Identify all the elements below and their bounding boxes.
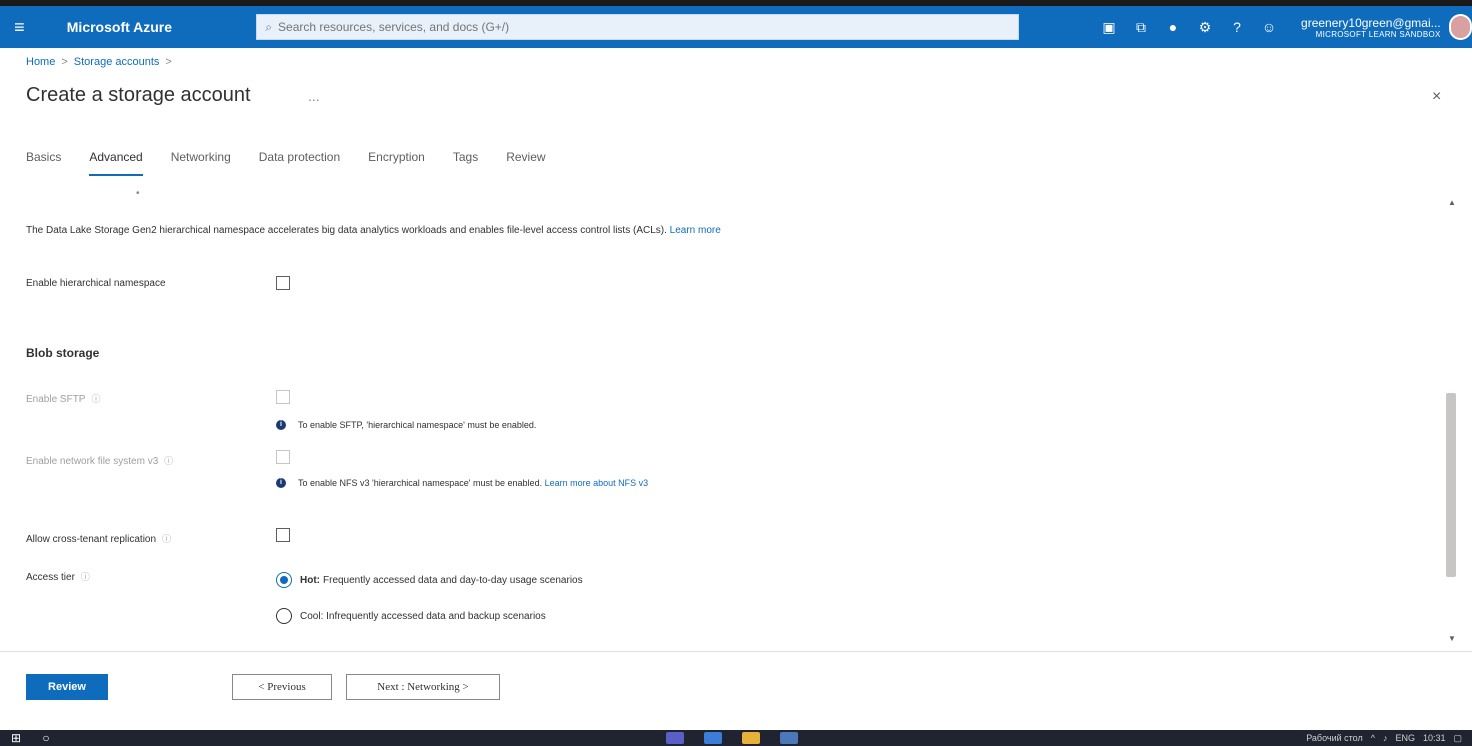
close-icon[interactable]: × [1432, 88, 1441, 106]
volume-icon[interactable]: ♪ [1383, 733, 1388, 743]
taskbar-browser-icon[interactable] [704, 732, 722, 744]
taskbar-app-icon[interactable] [666, 732, 684, 744]
cross-tenant-label-text: Allow cross-tenant replication [26, 534, 157, 545]
previous-button[interactable]: < Previous [232, 674, 332, 700]
clock[interactable]: 10:31 [1423, 733, 1446, 743]
search-input[interactable] [278, 20, 1019, 34]
info-filled-icon: i [276, 420, 286, 430]
more-options-icon[interactable]: ... [308, 88, 320, 104]
intro-text: The Data Lake Storage Gen2 hierarchical … [26, 225, 667, 236]
hot-desc: Frequently accessed data and day-to-day … [323, 574, 583, 586]
avatar[interactable] [1448, 14, 1472, 40]
cloud-shell-icon[interactable]: ▣ [1093, 6, 1125, 48]
nfs-info-text: To enable NFS v3 'hierarchical namespace… [298, 478, 543, 488]
tab-basics[interactable]: Basics [26, 150, 61, 176]
feedback-icon[interactable]: ☺ [1253, 6, 1285, 48]
breadcrumb-separator: > [61, 56, 68, 68]
info-icon[interactable]: ⓘ [162, 534, 171, 544]
help-icon[interactable]: ? [1221, 6, 1253, 48]
scroll-up-icon[interactable]: ▲ [1448, 198, 1456, 207]
sftp-checkbox [276, 390, 290, 404]
scroll-down-icon[interactable]: ▼ [1448, 634, 1456, 643]
hamburger-icon[interactable]: ≡ [0, 6, 39, 48]
search-icon: ⌕ [265, 19, 273, 34]
nfs-info-message: i To enable NFS v3 'hierarchical namespa… [276, 476, 746, 490]
tab-advanced[interactable]: Advanced [89, 150, 143, 176]
wizard-tabs: Basics Advanced Networking Data protecti… [26, 150, 574, 176]
account-info[interactable]: greenery10green@gmai... MICROSOFT LEARN … [1301, 16, 1441, 39]
taskbar-apps [666, 730, 818, 746]
info-icon[interactable]: ⓘ [91, 394, 100, 404]
language-indicator[interactable]: ENG [1395, 733, 1415, 743]
radio-cool[interactable] [276, 608, 292, 624]
windows-start-icon[interactable]: ⊞ [0, 731, 32, 745]
radio-hot[interactable] [276, 572, 292, 588]
hot-name: Hot: [300, 574, 320, 586]
tab-data-protection[interactable]: Data protection [259, 150, 340, 176]
info-icon[interactable]: ⓘ [81, 572, 90, 582]
nfs-label-text: Enable network file system v3 [26, 456, 159, 467]
account-tenant: MICROSOFT LEARN SANDBOX [1315, 29, 1441, 39]
directory-filter-icon[interactable]: ⧉ [1125, 6, 1157, 48]
cross-tenant-label: Allow cross-tenant replication ⓘ [26, 532, 171, 545]
footer-divider [0, 651, 1472, 652]
review-button[interactable]: Review [26, 674, 108, 700]
hierarchical-namespace-label: Enable hierarchical namespace [26, 278, 166, 289]
breadcrumb-home[interactable]: Home [26, 56, 55, 68]
desktop-label[interactable]: Рабочий стол [1306, 733, 1363, 743]
breadcrumb-separator: > [165, 56, 172, 68]
cross-tenant-checkbox[interactable] [276, 528, 290, 542]
nfs-label: Enable network file system v3 ⓘ [26, 454, 173, 467]
azure-top-bar: ≡ Microsoft Azure ⌕ ▣ ⧉ ● ⚙ ? ☺ greenery… [0, 0, 1472, 48]
taskbar-store-icon[interactable] [780, 732, 798, 744]
sftp-info-text: To enable SFTP, 'hierarchical namespace'… [298, 420, 537, 430]
cool-desc: Infrequently accessed data and backup sc… [326, 610, 546, 622]
windows-taskbar: ⊞ ○ Рабочий стол ^ ♪ ENG 10:31 ▢ [0, 730, 1472, 746]
access-tier-label-text: Access tier [26, 572, 75, 583]
info-filled-icon: i [276, 478, 286, 488]
settings-icon[interactable]: ⚙ [1189, 6, 1221, 48]
cool-name: Cool: [300, 610, 324, 622]
access-tier-hot-option[interactable]: Hot: Frequently accessed data and day-to… [276, 572, 583, 588]
taskbar-search-icon[interactable]: ○ [32, 731, 60, 745]
tab-tags[interactable]: Tags [453, 150, 478, 176]
sftp-label-text: Enable SFTP [26, 394, 86, 405]
global-search[interactable]: ⌕ [256, 14, 1020, 40]
blob-storage-heading: Blob storage [26, 346, 100, 360]
breadcrumb-storage-accounts[interactable]: Storage accounts [74, 56, 160, 68]
access-tier-cool-option[interactable]: Cool: Infrequently accessed data and bac… [276, 608, 546, 624]
info-icon[interactable]: ⓘ [164, 456, 173, 466]
tab-indicator-dot: • [136, 188, 140, 199]
nfs-checkbox [276, 450, 290, 464]
sftp-label: Enable SFTP ⓘ [26, 392, 101, 405]
notifications-icon[interactable]: ● [1157, 6, 1189, 48]
tab-encryption[interactable]: Encryption [368, 150, 425, 176]
sftp-info-message: i To enable SFTP, 'hierarchical namespac… [276, 418, 746, 432]
notification-center-icon[interactable]: ▢ [1453, 733, 1462, 744]
nfs-learn-more-link[interactable]: Learn more about NFS v3 [545, 478, 649, 488]
top-icon-group: ▣ ⧉ ● ⚙ ? ☺ [1093, 6, 1285, 48]
page-title: Create a storage account [26, 84, 251, 106]
access-tier-label: Access tier ⓘ [26, 570, 90, 583]
nfs-info-text-wrapper: To enable NFS v3 'hierarchical namespace… [298, 476, 648, 490]
tab-review[interactable]: Review [506, 150, 545, 176]
account-email: greenery10green@gmai... [1301, 15, 1441, 30]
scroll-thumb[interactable] [1446, 393, 1456, 577]
hierarchical-namespace-checkbox[interactable] [276, 276, 290, 290]
taskbar-folder-icon[interactable] [742, 732, 760, 744]
tab-networking[interactable]: Networking [171, 150, 231, 176]
tray-chevron-icon[interactable]: ^ [1371, 733, 1375, 743]
system-tray: Рабочий стол ^ ♪ ENG 10:31 ▢ [1306, 730, 1462, 746]
next-networking-button[interactable]: Next : Networking > [346, 674, 500, 700]
hierarchical-namespace-description: The Data Lake Storage Gen2 hierarchical … [26, 224, 726, 238]
brand-title[interactable]: Microsoft Azure [67, 19, 219, 35]
breadcrumb: Home > Storage accounts > [26, 56, 172, 68]
learn-more-link[interactable]: Learn more [670, 225, 721, 236]
